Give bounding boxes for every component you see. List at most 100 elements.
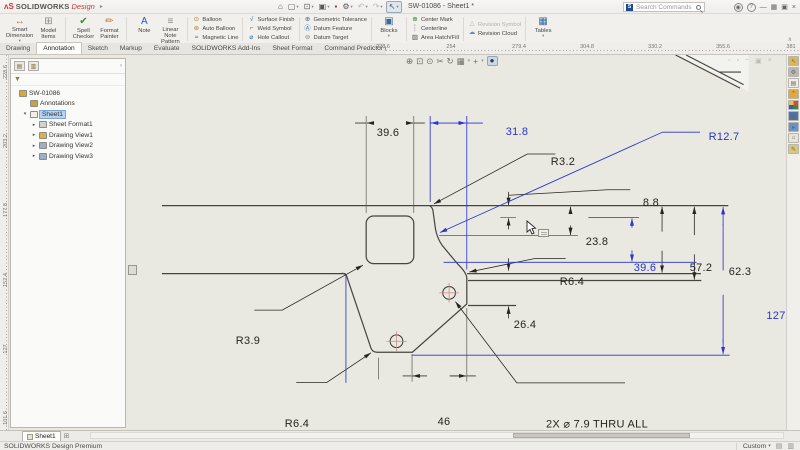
magnetic-line-button[interactable]: ≈Magnetic Line bbox=[192, 34, 238, 42]
tree-item-sheet1[interactable]: ▾Sheet1 bbox=[11, 109, 125, 120]
dropdown-caret[interactable]: ▾ bbox=[481, 59, 484, 64]
expander-icon[interactable]: ▸ bbox=[31, 122, 37, 128]
cascade-icon[interactable]: ▣ bbox=[781, 3, 788, 11]
smart-dimension-button[interactable]: ↔Smart Dimension▾ bbox=[4, 15, 35, 43]
tab-sketch[interactable]: Sketch bbox=[82, 42, 114, 54]
unit-system-icon[interactable]: ▤ bbox=[776, 442, 783, 450]
view-edge-handle[interactable] bbox=[128, 265, 137, 275]
surface-finish-button[interactable]: √Surface Finish bbox=[247, 16, 294, 24]
part-edges bbox=[162, 206, 728, 353]
display-style-icon[interactable]: ● bbox=[487, 56, 498, 66]
center-mark-button[interactable]: ⊕Center Mark bbox=[411, 16, 459, 24]
tab-annotation[interactable]: Annotation bbox=[36, 42, 82, 54]
sketch-scene-icon[interactable]: ▦ bbox=[457, 57, 465, 66]
sheet-tab[interactable]: Sheet1 bbox=[22, 431, 61, 441]
area-hatch-button[interactable]: ▨Area Hatch/Fill bbox=[411, 34, 459, 42]
tag-editor-icon[interactable]: ▥ bbox=[787, 442, 794, 450]
expander-icon[interactable]: ▸ bbox=[31, 153, 37, 159]
tree-root[interactable]: SW-01086 bbox=[11, 88, 125, 99]
tree-filter-icon[interactable]: ▼ bbox=[11, 74, 125, 86]
expander-icon[interactable]: ▸ bbox=[31, 132, 37, 138]
spell-checker-button[interactable]: ✔Spell Checker bbox=[70, 15, 96, 43]
file-explorer-icon[interactable]: ⚙ bbox=[788, 67, 799, 77]
design-library-icon[interactable]: ↖ bbox=[788, 56, 799, 66]
home-button[interactable]: ⌂ bbox=[276, 1, 285, 13]
tags-icon[interactable]: ✎ bbox=[788, 144, 799, 154]
chevron-down-icon: ▾ bbox=[327, 4, 329, 10]
solidworks-logo[interactable]: ʌS SOLIDWORKS Design ▸ bbox=[0, 2, 103, 11]
select-tool-button[interactable]: ↖▾ bbox=[386, 1, 402, 13]
tables-button[interactable]: ▦Tables▾ bbox=[530, 15, 556, 43]
geometric-tolerance-button[interactable]: ⊕Geometric Tolerance bbox=[304, 16, 367, 24]
ribbon-row-group: ⊕Center Mark┆Centerline▨Area Hatch/Fill bbox=[411, 15, 459, 43]
minimize-icon[interactable]: — bbox=[760, 4, 767, 11]
linear-note-pattern-button[interactable]: ≡Linear Note Pattern▾ bbox=[157, 15, 183, 43]
custom-dropdown[interactable]: Custom ▾ bbox=[736, 443, 771, 450]
blocks-button[interactable]: ▣Blocks▾ bbox=[376, 15, 402, 43]
dimension-lines-black[interactable] bbox=[254, 123, 694, 383]
forum-icon[interactable]: ▸ bbox=[788, 122, 799, 132]
feature-tree-tab[interactable]: ▤ bbox=[14, 61, 25, 71]
dimension-lines-blue[interactable] bbox=[346, 116, 730, 383]
zoom-area-icon[interactable]: ⊡ bbox=[416, 57, 423, 66]
redo-button[interactable]: ↷▾ bbox=[371, 1, 385, 13]
tab-solidworks-add-ins[interactable]: SOLIDWORKS Add-Ins bbox=[186, 42, 267, 54]
options-gear-button[interactable]: ⚙▾ bbox=[340, 1, 354, 13]
expander-icon[interactable]: ▸ bbox=[31, 143, 37, 149]
close-icon[interactable]: × bbox=[792, 4, 796, 11]
chevron-down-icon: ▾ bbox=[380, 4, 382, 10]
tree-item-drawing-view2[interactable]: ▸Drawing View2 bbox=[11, 141, 125, 152]
tab-markup[interactable]: Markup bbox=[114, 42, 148, 54]
zoom-in-out-icon[interactable]: ⊙ bbox=[426, 57, 433, 66]
zoom-fit-icon[interactable]: ⊕ bbox=[406, 57, 413, 66]
view-orientation-icon[interactable]: ↻ bbox=[447, 57, 454, 66]
search-icon[interactable] bbox=[696, 5, 701, 10]
undo-button[interactable]: ↶▾ bbox=[356, 1, 370, 13]
print-button[interactable]: ▪ bbox=[332, 1, 339, 13]
restore-grid-icon[interactable]: ▦ bbox=[771, 3, 778, 11]
tab-sheet-format[interactable]: Sheet Format bbox=[266, 42, 318, 54]
appearances-icon[interactable]: * bbox=[788, 89, 799, 99]
horizontal-scrollbar[interactable] bbox=[90, 432, 784, 439]
user-account-icon[interactable]: ◉ bbox=[734, 3, 743, 12]
datum-target-button[interactable]: ⊚Datum Target bbox=[304, 34, 367, 42]
datum-feature-button[interactable]: ⒶDatum Feature bbox=[304, 25, 367, 33]
scrollbar-thumb[interactable] bbox=[513, 433, 690, 438]
tab-drawing[interactable]: Drawing bbox=[0, 42, 36, 54]
expander-icon[interactable]: ▾ bbox=[22, 111, 28, 117]
hole-callout-button[interactable]: ⌀Hole Callout bbox=[247, 34, 294, 42]
weld-symbol-button[interactable]: ⌐Weld Symbol bbox=[247, 25, 294, 33]
open-button[interactable]: ⊡▾ bbox=[302, 1, 316, 13]
revision-symbol-button[interactable]: △Revision Symbol bbox=[468, 21, 521, 29]
auto-balloon-button[interactable]: ⊛Auto Balloon bbox=[192, 25, 238, 33]
annotations-visibility-icon[interactable]: + bbox=[473, 57, 478, 66]
revision-cloud-button[interactable]: ☁Revision Cloud bbox=[468, 30, 521, 38]
help-icon[interactable]: ? bbox=[747, 3, 756, 12]
property-manager-tab[interactable]: ▥ bbox=[28, 61, 39, 71]
tree-item-sheet-format1[interactable]: ▸Sheet Format1 bbox=[11, 120, 125, 131]
model-items-button[interactable]: ⊞Model Items bbox=[35, 15, 61, 43]
view-palette-icon[interactable]: ▤ bbox=[788, 78, 799, 88]
tree-item-drawing-view1[interactable]: ▸Drawing View1 bbox=[11, 130, 125, 141]
centerline-button[interactable]: ┆Centerline bbox=[411, 25, 459, 33]
format-painter-button[interactable]: ✏Format Painter bbox=[96, 15, 122, 43]
panel-collapse-icon[interactable]: › bbox=[120, 63, 122, 69]
home-pane-icon[interactable]: ⌂ bbox=[788, 133, 799, 143]
tab-evaluate[interactable]: Evaluate bbox=[148, 42, 186, 54]
section-view-icon[interactable]: ✂ bbox=[436, 57, 443, 66]
search-commands-box[interactable]: S Search Commands bbox=[623, 2, 705, 12]
tree-item-annotations[interactable]: Annotations bbox=[11, 99, 125, 110]
save-button[interactable]: ▣▾ bbox=[317, 1, 332, 13]
group-separator bbox=[242, 17, 243, 41]
chevron-down-icon: ▾ bbox=[768, 443, 771, 449]
scene-pie-icon[interactable] bbox=[788, 100, 799, 110]
tree-item-drawing-view3[interactable]: ▸Drawing View3 bbox=[11, 151, 125, 162]
new-document-button[interactable]: ▢▾ bbox=[286, 1, 301, 13]
ribbon-collapse-icon[interactable]: ∧ bbox=[788, 36, 792, 43]
feature-manager-panel: ▤ ▥ › ▼ SW-01086Annotations▾Sheet1▸Sheet… bbox=[10, 58, 126, 428]
custom-properties-icon[interactable]: ▦ bbox=[788, 111, 799, 121]
note-button[interactable]: ANote bbox=[131, 15, 157, 43]
dropdown-caret[interactable]: ▾ bbox=[468, 59, 471, 64]
add-sheet-icon[interactable]: ⊞ bbox=[64, 432, 70, 440]
balloon-button[interactable]: ⊙Balloon bbox=[192, 16, 238, 24]
